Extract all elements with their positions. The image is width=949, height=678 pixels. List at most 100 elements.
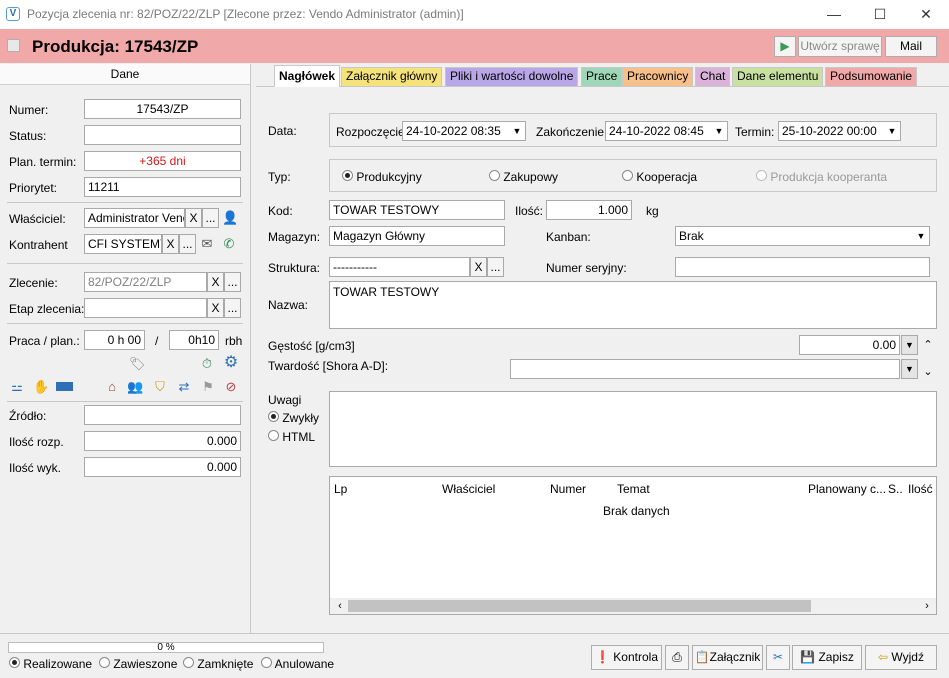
radio-icon[interactable] xyxy=(268,430,279,441)
uwagi-zwykly-radio[interactable]: Zwykły xyxy=(268,411,319,425)
zapisz-button[interactable]: 💾 Zapisz xyxy=(792,645,862,670)
tasks-table[interactable] xyxy=(329,476,937,615)
zalacznik-button[interactable]: 📋Załącznik xyxy=(692,645,763,670)
chevron-down-icon[interactable]: ⌄ xyxy=(920,364,936,380)
struktura-field[interactable]: ----------- xyxy=(329,257,470,277)
radio-icon[interactable] xyxy=(183,657,194,668)
col-numer[interactable]: Numer xyxy=(550,482,586,496)
typ-produkcja-kooperanta-radio[interactable]: Produkcja kooperanta xyxy=(756,170,887,184)
tab-naglowek[interactable]: Nagłówek xyxy=(274,65,341,87)
radio-icon[interactable] xyxy=(99,657,110,668)
status-realizowane-radio[interactable]: Realizowane xyxy=(9,657,92,671)
scroll-left-icon[interactable]: ‹ xyxy=(332,598,348,614)
kontrahent-clear-button[interactable]: X xyxy=(162,234,179,254)
radio-checked-icon[interactable] xyxy=(342,170,353,181)
status-field[interactable] xyxy=(84,125,241,145)
flag-icon[interactable]: ⚑ xyxy=(200,379,216,395)
typ-zakupowy-radio[interactable]: Zakupowy xyxy=(489,170,558,184)
users-icon[interactable]: 👥 xyxy=(127,379,143,395)
kod-field[interactable]: TOWAR TESTOWY xyxy=(329,200,505,220)
create-case-button[interactable]: Utwórz sprawę xyxy=(798,36,882,57)
user-icon[interactable]: 👤 xyxy=(222,210,238,226)
twardosc-field[interactable] xyxy=(510,359,900,379)
numer-seryjny-field[interactable] xyxy=(675,257,930,277)
zlecenie-field[interactable]: 82/POZ/22/ZLP xyxy=(84,272,207,292)
priorytet-field[interactable]: 11211 xyxy=(84,177,241,197)
chevron-down-icon[interactable]: ▼ xyxy=(711,122,727,140)
print-button[interactable]: ⎙ xyxy=(665,645,689,670)
kontrola-button[interactable]: ❗ Kontrola xyxy=(591,645,662,670)
shield-icon[interactable]: ⛉ xyxy=(152,379,168,395)
praca-field[interactable]: 0 h 00 xyxy=(84,330,145,350)
typ-produkcyjny-radio[interactable]: Produkcyjny xyxy=(342,170,422,184)
home-icon[interactable]: ⌂ xyxy=(104,379,120,395)
zlecenie-clear-button[interactable]: X xyxy=(207,272,224,292)
globe-icon[interactable]: ⊘ xyxy=(223,379,239,395)
kanban-select[interactable]: Brak ▼ xyxy=(675,226,930,246)
etap-clear-button[interactable]: X xyxy=(207,298,224,318)
gestosc-field[interactable]: 0.00 xyxy=(799,335,900,355)
zlecenie-browse-button[interactable]: ... xyxy=(224,272,241,292)
wyjdz-button[interactable]: ⇦ Wyjdź xyxy=(865,645,937,670)
typ-kooperacja-radio[interactable]: Kooperacja xyxy=(622,170,697,184)
gear-icon[interactable]: ⚙ xyxy=(223,355,239,371)
chevron-down-icon[interactable]: ▼ xyxy=(884,122,900,140)
tools-button[interactable]: ✂ xyxy=(766,645,790,670)
radio-checked-icon[interactable] xyxy=(9,657,20,668)
close-button[interactable]: ✕ xyxy=(903,0,949,29)
twardosc-dropdown-icon[interactable]: ▼ xyxy=(901,359,918,379)
numer-field[interactable]: 17543/ZP xyxy=(84,99,241,119)
uwagi-textarea[interactable] xyxy=(329,391,937,467)
zakonczenie-picker[interactable]: 24-10-2022 08:45 ▼ xyxy=(605,121,728,141)
tab-dane-elementu[interactable]: Dane elementu xyxy=(732,67,824,86)
hierarchy-icon[interactable]: ⚍ xyxy=(9,379,25,395)
minimize-button[interactable]: — xyxy=(811,0,857,29)
user-clock-icon[interactable]: ⏱ xyxy=(199,356,215,372)
scroll-right-icon[interactable]: › xyxy=(919,598,935,614)
status-zawieszone-radio[interactable]: Zawieszone xyxy=(99,657,177,671)
status-zamkniete-radio[interactable]: Zamknięte xyxy=(183,657,253,671)
scrollbar-thumb[interactable] xyxy=(348,600,811,612)
struktura-browse-button[interactable]: ... xyxy=(487,257,504,277)
col-planowany[interactable]: Planowany c... xyxy=(808,482,886,496)
panel-divider[interactable] xyxy=(250,64,251,634)
wlasciciel-browse-button[interactable]: ... xyxy=(202,208,219,228)
plan-hours-field[interactable]: 0h10 xyxy=(169,330,219,350)
tag-icon[interactable]: 🏷 xyxy=(129,356,146,372)
wlasciciel-clear-button[interactable]: X xyxy=(185,208,202,228)
zrodlo-field[interactable] xyxy=(84,405,241,425)
nazwa-textarea[interactable]: TOWAR TESTOWY xyxy=(329,281,937,329)
tab-pracownicy[interactable]: Pracownicy xyxy=(622,67,694,86)
ilosc-rozp-field[interactable]: 0.000 xyxy=(84,431,241,451)
etap-browse-button[interactable]: ... xyxy=(224,298,241,318)
col-wlasciciel[interactable]: Właściciel xyxy=(442,482,495,496)
maximize-button[interactable]: ☐ xyxy=(857,0,903,29)
play-button[interactable]: ▶ xyxy=(774,36,796,57)
tab-zalacznik-glowny[interactable]: Załącznik główny xyxy=(341,67,443,86)
chevron-down-icon[interactable]: ▼ xyxy=(509,122,525,140)
phone-icon[interactable]: ✆ xyxy=(221,236,237,252)
radio-icon[interactable] xyxy=(756,170,767,181)
etap-field[interactable] xyxy=(84,298,207,318)
col-temat[interactable]: Temat xyxy=(617,482,650,496)
transfer-icon[interactable]: ⇄ xyxy=(176,379,192,395)
radio-icon[interactable] xyxy=(261,657,272,668)
struktura-clear-button[interactable]: X xyxy=(470,257,487,277)
hand-icon[interactable]: ✋ xyxy=(33,379,49,395)
tab-podsumowanie[interactable]: Podsumowanie xyxy=(825,67,918,86)
tab-prace[interactable]: Prace xyxy=(581,67,623,86)
uwagi-html-radio[interactable]: HTML xyxy=(268,430,315,444)
gestosc-dropdown-icon[interactable]: ▼ xyxy=(901,335,918,355)
col-lp[interactable]: Lp xyxy=(334,482,347,496)
col-ilosc[interactable]: Ilość xyxy=(908,482,933,496)
tab-chat[interactable]: Chat xyxy=(695,67,731,86)
rozpoczecie-picker[interactable]: 24-10-2022 08:35 ▼ xyxy=(402,121,526,141)
kontrahent-browse-button[interactable]: ... xyxy=(179,234,196,254)
chevron-down-icon[interactable]: ▼ xyxy=(913,227,929,245)
col-s[interactable]: S.. xyxy=(888,482,903,496)
status-anulowane-radio[interactable]: Anulowane xyxy=(261,657,334,671)
chevron-up-icon[interactable]: ⌃ xyxy=(920,337,936,353)
tab-pliki[interactable]: Pliki i wartości dowolne xyxy=(445,67,579,86)
radio-icon[interactable] xyxy=(622,170,633,181)
bar-icon[interactable] xyxy=(56,382,73,391)
